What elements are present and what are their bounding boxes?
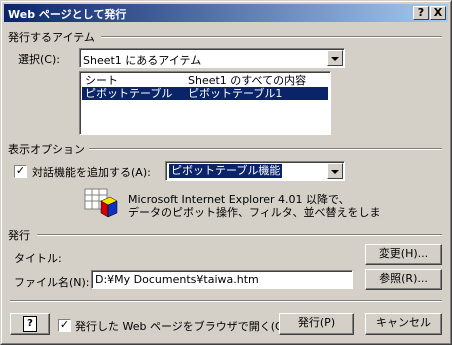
interactivity-dropdown[interactable]: ピボットテーブル機能 [165,161,345,181]
close-icon: X [433,6,443,19]
publish-items-group-label: 発行するアイテム [8,31,95,44]
change-title-button-label: 変更(H)... [378,247,429,260]
help-icon: ? [23,316,37,332]
interactivity-label: 対話機能を追加する(A): [32,166,151,179]
title-label: タイトル: [14,252,62,265]
publish-button[interactable]: 発行(P) [279,313,354,335]
interactivity-checkbox[interactable]: ✓ [14,165,27,178]
cancel-button-label: キャンセル [376,316,431,329]
group-divider [37,234,442,236]
browse-button[interactable]: 参照(R)... [365,269,442,290]
chevron-down-icon[interactable] [327,163,343,179]
list-item-name: シート [85,74,118,87]
interactivity-value: ピボットテーブル機能 [167,163,284,179]
list-item-desc: ピボットテーブル1 ($A$3:$F$35) [188,87,283,113]
open-browser-label: 発行した Web ページをブラウザで開く(O) [75,320,288,333]
window-title: Web ページとして発行 [8,8,127,21]
publish-button-label: 発行(P) [297,316,336,329]
list-item-selected[interactable]: ピボットテーブル ピボットテーブル1 ($A$3:$F$35) [82,87,328,113]
footer-divider [10,300,442,302]
browse-button-label: 参照(R)... [379,272,428,285]
pivot-table-icon [83,187,119,221]
title-bar[interactable]: Web ページとして発行 ? X [4,4,448,22]
open-browser-checkbox[interactable]: ✓ [58,319,71,332]
help-icon: ? [417,6,425,19]
list-item-desc: Sheet1 のすべての内容 [188,74,307,87]
help-button[interactable]: ? [10,313,50,335]
filename-value: D:¥My Documents¥taiwa.htm [95,273,259,286]
group-divider [89,148,442,150]
chevron-down-icon[interactable] [327,50,343,66]
group-divider [101,36,442,38]
filename-label: ファイル名(N): [14,276,90,289]
check-icon: ✓ [15,164,26,177]
filename-field[interactable]: D:¥My Documents¥taiwa.htm [91,270,353,289]
help-title-button[interactable]: ? [413,6,429,20]
select-items-value: Sheet1 にあるアイテム [83,54,202,67]
check-icon: ✓ [59,318,70,331]
change-title-button[interactable]: 変更(H)... [365,244,442,265]
close-button[interactable]: X [430,6,446,20]
list-item[interactable]: シート Sheet1 のすべての内容 [82,74,328,87]
list-item-name: ピボットテーブル [85,87,173,100]
select-label: 選択(C): [18,53,60,66]
publish-group-label: 発行 [8,229,30,242]
select-items-dropdown[interactable]: Sheet1 にあるアイテム [79,48,345,68]
items-list[interactable]: シート Sheet1 のすべての内容 ピボットテーブル ピボットテーブル1 ($… [79,71,331,135]
cancel-button[interactable]: キャンセル [365,313,442,335]
info-line-2: データのピボット操作、フィルタ、並べ替えをしま [128,206,381,219]
view-options-group-label: 表示オプション [8,143,85,156]
publish-as-web-page-dialog: Web ページとして発行 ? X 発行するアイテム 選択(C): Sheet1 … [0,0,452,345]
